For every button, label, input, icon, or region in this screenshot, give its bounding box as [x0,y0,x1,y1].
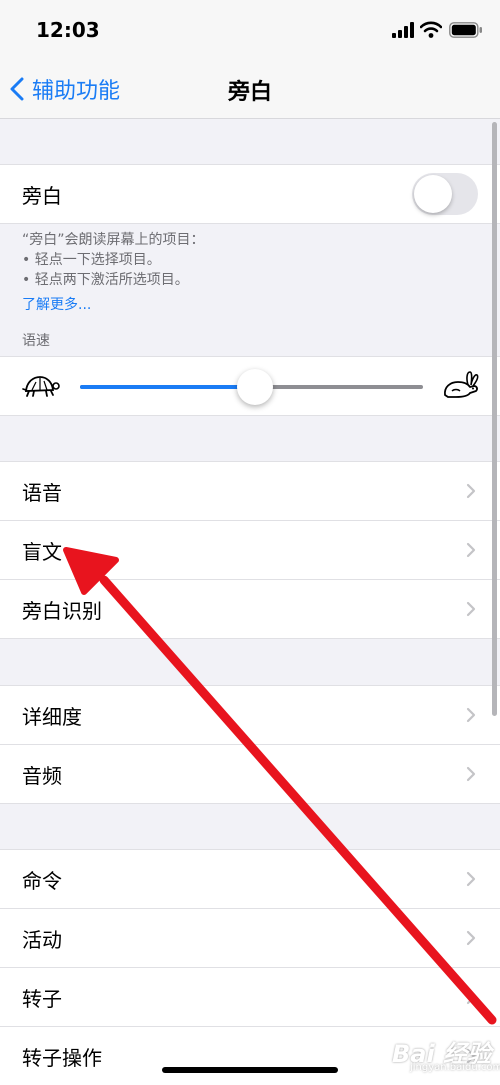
list-item-audio[interactable]: 音频 [0,745,500,803]
chevron-right-icon [466,707,476,723]
learn-more-link[interactable]: 了解更多... [22,294,91,314]
list-item-label: 转子操作 [22,1046,102,1070]
chevron-right-icon [466,766,476,782]
description-bullet: • 轻点一下选择项目。 [22,252,161,268]
slider-thumb[interactable] [236,369,273,405]
settings-group-voice: 语音 盲文 旁白识别 [0,461,500,639]
voiceover-toggle[interactable] [412,173,478,215]
wifi-icon [420,21,442,38]
list-item-label: 转子 [22,987,62,1011]
speaking-rate-row [0,356,500,416]
list-item-label: 音频 [22,764,62,788]
turtle-icon [22,376,60,397]
list-item-label: 盲文 [22,540,62,564]
voiceover-label: 旁白 [22,184,62,208]
chevron-right-icon [466,483,476,499]
list-item-rotor[interactable]: 转子 [0,968,500,1027]
home-indicator [162,1067,338,1073]
list-item-verbosity[interactable]: 详细度 [0,686,500,745]
list-item-label: 旁白识别 [22,599,102,623]
list-item-voiceover-recognition[interactable]: 旁白识别 [0,580,500,638]
list-item-label: 语音 [22,481,62,505]
list-item-activities[interactable]: 活动 [0,909,500,968]
speaking-rate-slider[interactable] [80,369,423,405]
status-bar: 12:03 [0,0,500,60]
navigation-bar: 辅助功能 旁白 [0,60,500,119]
speaking-rate-header: 语速 [22,333,50,349]
chevron-right-icon [466,930,476,946]
description-bullet: • 轻点两下激活所选项目。 [22,272,189,288]
rabbit-icon [444,371,479,398]
list-item-commands[interactable]: 命令 [0,850,500,909]
settings-group-verbosity: 详细度 音频 [0,685,500,804]
slider-fill [80,385,255,389]
list-item-label: 命令 [22,869,62,893]
chevron-right-icon [466,989,476,1005]
toggle-knob [414,175,452,213]
cellular-signal-icon [392,22,414,38]
voiceover-toggle-group: 旁白 [0,164,500,224]
page-title: 旁白 [227,80,272,105]
voiceover-description: “旁白”会朗读屏幕上的项目： • 轻点一下选择项目。 • 轻点两下激活所选项目。 [22,230,462,290]
voiceover-row: 旁白 [0,165,500,223]
list-item-speech[interactable]: 语音 [0,462,500,521]
chevron-right-icon [466,601,476,617]
chevron-right-icon [466,871,476,887]
scroll-indicator [492,122,497,716]
list-item-label: 详细度 [22,705,82,729]
status-time: 12:03 [36,18,100,42]
chevron-right-icon [466,542,476,558]
watermark-logo: Bai 经验 jingyan.baidu.com [384,1030,500,1076]
description-intro: “旁白”会朗读屏幕上的项目： [22,232,205,248]
battery-icon [449,22,482,38]
watermark-url: jingyan.baidu.com [410,1062,500,1073]
list-item-label: 活动 [22,928,62,952]
list-item-braille[interactable]: 盲文 [0,521,500,580]
